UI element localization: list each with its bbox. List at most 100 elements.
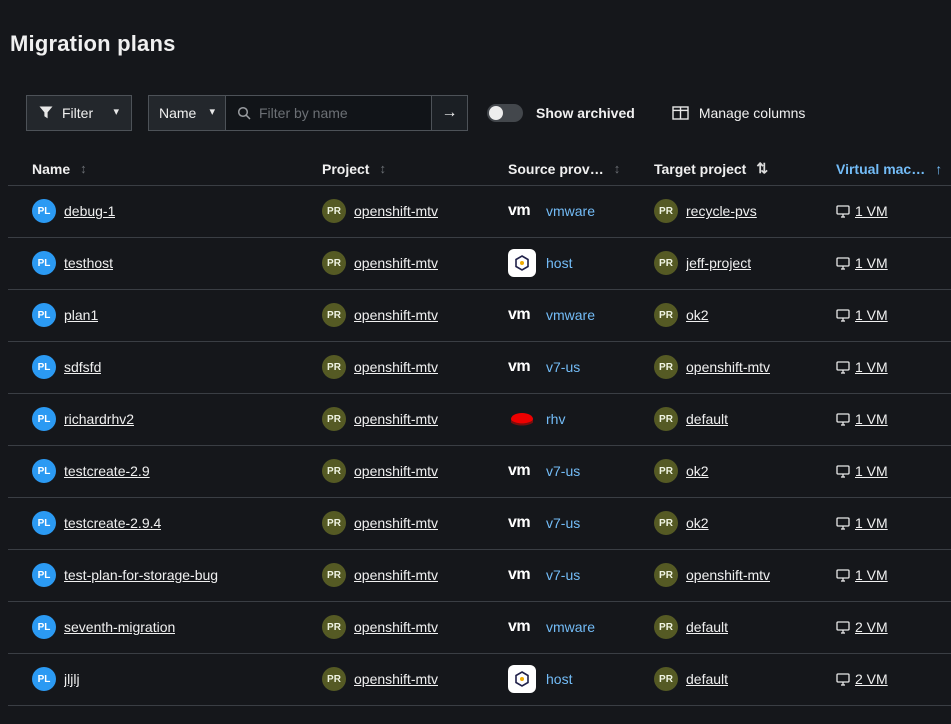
target-project-link[interactable]: default (686, 411, 728, 427)
project-link[interactable]: openshift-mtv (354, 463, 438, 479)
plan-badge: PL (32, 511, 56, 535)
sort-icon: ↕ (80, 161, 87, 176)
table-body: PL debug-1 PR openshift-mtv vm vmware PR… (8, 185, 951, 706)
plan-name-link[interactable]: testcreate-2.9 (64, 463, 150, 479)
plan-name-link[interactable]: plan1 (64, 307, 98, 323)
source-provider-link[interactable]: host (546, 255, 572, 271)
source-provider-link[interactable]: v7-us (546, 359, 580, 375)
column-header-name[interactable]: Name ↕ (8, 161, 322, 177)
manage-columns-button[interactable]: Manage columns (666, 104, 812, 122)
target-project-link[interactable]: ok2 (686, 307, 709, 323)
apply-filter-button[interactable]: → (432, 95, 468, 131)
project-cell: PR openshift-mtv (322, 199, 508, 223)
target-project-badge: PR (654, 303, 678, 327)
source-provider-link[interactable]: v7-us (546, 515, 580, 531)
target-project-badge: PR (654, 407, 678, 431)
name-cell: PL debug-1 (8, 199, 322, 223)
source-provider-link[interactable]: v7-us (546, 463, 580, 479)
chevron-down-icon: ▾ (113, 107, 119, 118)
target-project-cell: PR default (654, 667, 836, 691)
source-provider-link[interactable]: v7-us (546, 567, 580, 583)
vm-count-link[interactable]: 2 VM (855, 671, 888, 687)
name-cell: PL seventh-migration (8, 615, 322, 639)
redhat-rhv-icon (508, 410, 536, 428)
plan-name-link[interactable]: richardrhv2 (64, 411, 134, 427)
name-cell: PL plan1 (8, 303, 322, 327)
vm-count-link[interactable]: 1 VM (855, 567, 888, 583)
source-provider-cell: vm vmware (508, 202, 654, 220)
source-provider-link[interactable]: host (546, 671, 572, 687)
column-header-target-project[interactable]: Target project ⇅ (654, 160, 836, 177)
target-project-link[interactable]: openshift-mtv (686, 359, 770, 375)
vmware-logo-icon: vm (508, 358, 530, 376)
show-archived-toggle[interactable] (487, 104, 523, 122)
vm-count-link[interactable]: 1 VM (855, 515, 888, 531)
target-project-link[interactable]: ok2 (686, 463, 709, 479)
project-cell: PR openshift-mtv (322, 407, 508, 431)
project-link[interactable]: openshift-mtv (354, 359, 438, 375)
vm-count-link[interactable]: 1 VM (855, 307, 888, 323)
project-badge: PR (322, 303, 346, 327)
vm-count-link[interactable]: 1 VM (855, 359, 888, 375)
vm-count-link[interactable]: 1 VM (855, 411, 888, 427)
project-badge: PR (322, 407, 346, 431)
column-header-project[interactable]: Project ↕ (322, 161, 508, 177)
filter-by-name-input[interactable] (226, 95, 432, 131)
vm-count-link[interactable]: 2 VM (855, 619, 888, 635)
toggle-knob (489, 106, 503, 120)
vm-count-link[interactable]: 1 VM (855, 203, 888, 219)
project-badge: PR (322, 615, 346, 639)
plan-name-link[interactable]: sdfsfd (64, 359, 101, 375)
plan-badge: PL (32, 355, 56, 379)
source-provider-cell: vm rhv (508, 410, 654, 428)
project-link[interactable]: openshift-mtv (354, 411, 438, 427)
plan-name-link[interactable]: seventh-migration (64, 619, 175, 635)
show-archived-label: Show archived (536, 105, 635, 121)
target-project-link[interactable]: openshift-mtv (686, 567, 770, 583)
vmware-logo-icon: vm (508, 514, 530, 532)
virtual-machines-cell: 1 VM (836, 567, 951, 583)
target-project-link[interactable]: jeff-project (686, 255, 751, 271)
project-link[interactable]: openshift-mtv (354, 671, 438, 687)
project-link[interactable]: openshift-mtv (354, 515, 438, 531)
source-provider-link[interactable]: vmware (546, 203, 595, 219)
project-link[interactable]: openshift-mtv (354, 567, 438, 583)
vm-count-link[interactable]: 1 VM (855, 463, 888, 479)
project-link[interactable]: openshift-mtv (354, 619, 438, 635)
plan-badge: PL (32, 615, 56, 639)
target-project-link[interactable]: recycle-pvs (686, 203, 757, 219)
plan-name-link[interactable]: testhost (64, 255, 113, 271)
source-provider-link[interactable]: vmware (546, 307, 595, 323)
plan-name-link[interactable]: jljlj (64, 671, 80, 687)
project-cell: PR openshift-mtv (322, 251, 508, 275)
source-provider-link[interactable]: vmware (546, 619, 595, 635)
filter-dropdown-button[interactable]: Filter ▾ (26, 95, 132, 131)
vm-icon (836, 361, 850, 374)
plan-name-link[interactable]: testcreate-2.9.4 (64, 515, 161, 531)
project-link[interactable]: openshift-mtv (354, 203, 438, 219)
column-label: Virtual mac… (836, 161, 925, 177)
project-link[interactable]: openshift-mtv (354, 255, 438, 271)
source-provider-link[interactable]: rhv (546, 411, 565, 427)
target-project-link[interactable]: default (686, 671, 728, 687)
column-header-virtual-machines[interactable]: Virtual mac… ↑ (836, 161, 951, 177)
source-provider-icon: vm (508, 306, 540, 324)
virtual-machines-cell: 1 VM (836, 411, 951, 427)
plan-name-link[interactable]: test-plan-for-storage-bug (64, 567, 218, 583)
plan-badge: PL (32, 667, 56, 691)
target-project-link[interactable]: ok2 (686, 515, 709, 531)
filter-attribute-select[interactable]: Name ▾ (148, 95, 226, 131)
plan-badge: PL (32, 303, 56, 327)
vm-count-link[interactable]: 1 VM (855, 255, 888, 271)
target-project-link[interactable]: default (686, 619, 728, 635)
column-header-source-provider[interactable]: Source prov… ↕ (508, 161, 654, 177)
project-link[interactable]: openshift-mtv (354, 307, 438, 323)
plan-name-link[interactable]: debug-1 (64, 203, 115, 219)
project-cell: PR openshift-mtv (322, 615, 508, 639)
arrow-right-icon: → (442, 104, 458, 122)
table-row: PL test-plan-for-storage-bug PR openshif… (8, 549, 951, 601)
table-row: PL seventh-migration PR openshift-mtv vm… (8, 601, 951, 653)
columns-icon (672, 106, 689, 120)
target-project-cell: PR ok2 (654, 459, 836, 483)
manage-columns-label: Manage columns (699, 105, 806, 121)
